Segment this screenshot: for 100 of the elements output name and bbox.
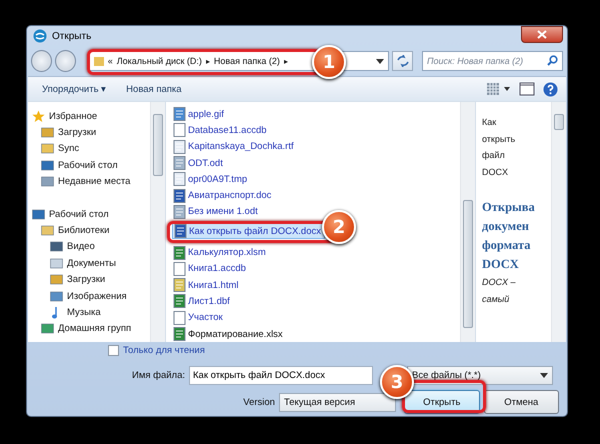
- preview-text: DOCX: [482, 166, 510, 178]
- window-title: Открыть: [52, 30, 92, 42]
- file-name-field[interactable]: Как открыть файл DOCX.docx: [189, 366, 373, 385]
- file-item[interactable]: Книга1.accdb: [172, 260, 249, 277]
- file-name: apple.gif: [188, 108, 224, 120]
- file-item[interactable]: ODT.odt: [172, 154, 226, 172]
- preview-text: открыть: [482, 132, 516, 146]
- file-icon: [173, 246, 186, 260]
- preview-text: самый: [482, 292, 510, 306]
- dropdown-caret-icon: [540, 373, 548, 378]
- file-name: Database11.accdb: [188, 124, 267, 136]
- version-label: Version: [242, 396, 275, 408]
- file-name-label: Имя файла:: [130, 370, 185, 381]
- file-icon: [173, 172, 186, 186]
- file-name: Лист1.dbf: [188, 296, 230, 307]
- file-item[interactable]: Лист1.dbf: [172, 293, 233, 310]
- refresh-icon: [396, 55, 410, 67]
- sidebar-item[interactable]: Домашняя групп: [58, 323, 132, 334]
- sidebar-item[interactable]: Загрузки: [67, 274, 106, 286]
- folder-icon: [41, 142, 54, 156]
- file-name: ODT.odt: [188, 158, 223, 169]
- read-only-label[interactable]: Только для чтения: [123, 344, 205, 356]
- step-number-badge: 1: [312, 45, 346, 79]
- file-name: Авиатранспорт.doc: [188, 190, 272, 202]
- file-icon: [173, 262, 186, 276]
- search-icon: [547, 55, 558, 66]
- organize-menu[interactable]: Упорядочить ▾: [36, 81, 112, 97]
- close-icon: [537, 30, 547, 39]
- breadcrumb-separator[interactable]: ▸: [206, 56, 210, 66]
- file-item[interactable]: Калькулятор.xlsm: [172, 244, 269, 261]
- sidebar-item[interactable]: Загрузки: [58, 127, 96, 138]
- file-icon: [173, 278, 186, 292]
- file-item[interactable]: opr00A9T.tmp: [172, 171, 250, 188]
- file-name: Книга1.accdb: [188, 263, 246, 274]
- sidebar-item[interactable]: Изображения: [67, 290, 127, 302]
- preview-text: файл: [482, 149, 506, 162]
- sidebar-item[interactable]: Документы: [67, 258, 116, 269]
- file-name: opr00A9T.tmp: [188, 174, 248, 185]
- file-item[interactable]: Авиатранспорт.doc: [172, 187, 274, 204]
- sidebar-item[interactable]: Рабочий стол: [58, 160, 118, 171]
- file-name: Книга1.html: [188, 280, 238, 291]
- file-icon: [173, 310, 186, 325]
- file-item[interactable]: Без имени 1.odt: [172, 204, 261, 220]
- refresh-button[interactable]: [392, 51, 413, 71]
- preview-heading: докумен: [482, 218, 530, 235]
- sidebar-item[interactable]: Музыка: [67, 306, 101, 318]
- file-item[interactable]: Участок: [172, 310, 226, 326]
- version-dropdown[interactable]: Текущая версия: [278, 392, 396, 412]
- file-icon: [173, 204, 186, 219]
- folder-icon: [94, 56, 104, 66]
- file-icon: [173, 294, 186, 308]
- sidebar-item[interactable]: Библиотеки: [58, 225, 110, 236]
- preview-text: DOCX –: [482, 276, 517, 289]
- star-icon: [32, 110, 45, 123]
- preview-text: Как: [482, 116, 498, 129]
- file-name: Участок: [188, 312, 223, 324]
- close-button[interactable]: [521, 26, 563, 43]
- file-name: Калькулятор.xlsm: [188, 247, 266, 258]
- preview-heading: DOCX: [482, 256, 520, 273]
- preview-scrollbar[interactable]: [551, 102, 566, 342]
- file-icon: [173, 156, 186, 170]
- file-icon: [174, 224, 187, 238]
- file-item[interactable]: Книга1.html: [172, 276, 242, 294]
- sidebar-scrollbar[interactable]: [150, 102, 165, 342]
- sidebar-item[interactable]: Недавние места: [58, 176, 130, 188]
- sidebar-item[interactable]: Рабочий стол: [49, 208, 109, 220]
- file-icon: [173, 107, 186, 122]
- preview-heading: формата: [482, 237, 532, 254]
- dropdown-caret-icon[interactable]: [376, 58, 384, 64]
- new-folder-button[interactable]: Новая папка: [120, 82, 188, 96]
- breadcrumb-separator[interactable]: ▸: [284, 56, 288, 66]
- file-name: Как открыть файл DOCX.docx: [189, 226, 321, 237]
- file-name: Kapitanskaya_Dochka.rtf: [188, 141, 294, 152]
- file-item[interactable]: Форматирование.xlsx: [172, 326, 286, 342]
- sidebar-item[interactable]: Видео: [67, 241, 95, 252]
- help-icon[interactable]: [543, 82, 558, 96]
- preview-pane-icon[interactable]: [519, 82, 535, 96]
- view-options-icon[interactable]: [487, 82, 511, 96]
- file-name: Форматирование.xlsx: [188, 328, 283, 340]
- back-button[interactable]: [31, 50, 52, 72]
- file-item[interactable]: Database11.accdb: [172, 122, 270, 139]
- file-item[interactable]: Kapitanskaya_Dochka.rtf: [172, 138, 297, 155]
- read-only-checkbox[interactable]: [108, 344, 119, 356]
- breadcrumb[interactable]: Новая папка (2): [214, 56, 280, 66]
- app-icon: [33, 29, 47, 43]
- forward-button[interactable]: [54, 50, 76, 72]
- breadcrumb-overflow[interactable]: «: [108, 56, 113, 66]
- sidebar-item[interactable]: Избранное: [49, 110, 98, 122]
- file-name: Без имени 1.odt: [188, 206, 258, 218]
- file-icon: [173, 140, 186, 154]
- breadcrumb[interactable]: Локальный диск (D:): [116, 56, 202, 66]
- file-icon: [173, 188, 186, 203]
- preview-heading: Открыва: [482, 199, 536, 216]
- file-list-scrollbar[interactable]: [460, 102, 475, 342]
- sidebar-item[interactable]: Sync: [58, 143, 80, 154]
- search-field[interactable]: Поиск: Новая папка (2): [422, 51, 563, 71]
- file-icon: [173, 123, 186, 138]
- cancel-button[interactable]: Отмена: [484, 390, 560, 414]
- file-item[interactable]: apple.gif: [172, 106, 227, 122]
- file-item[interactable]: Как открыть файл DOCX.docx: [172, 223, 325, 240]
